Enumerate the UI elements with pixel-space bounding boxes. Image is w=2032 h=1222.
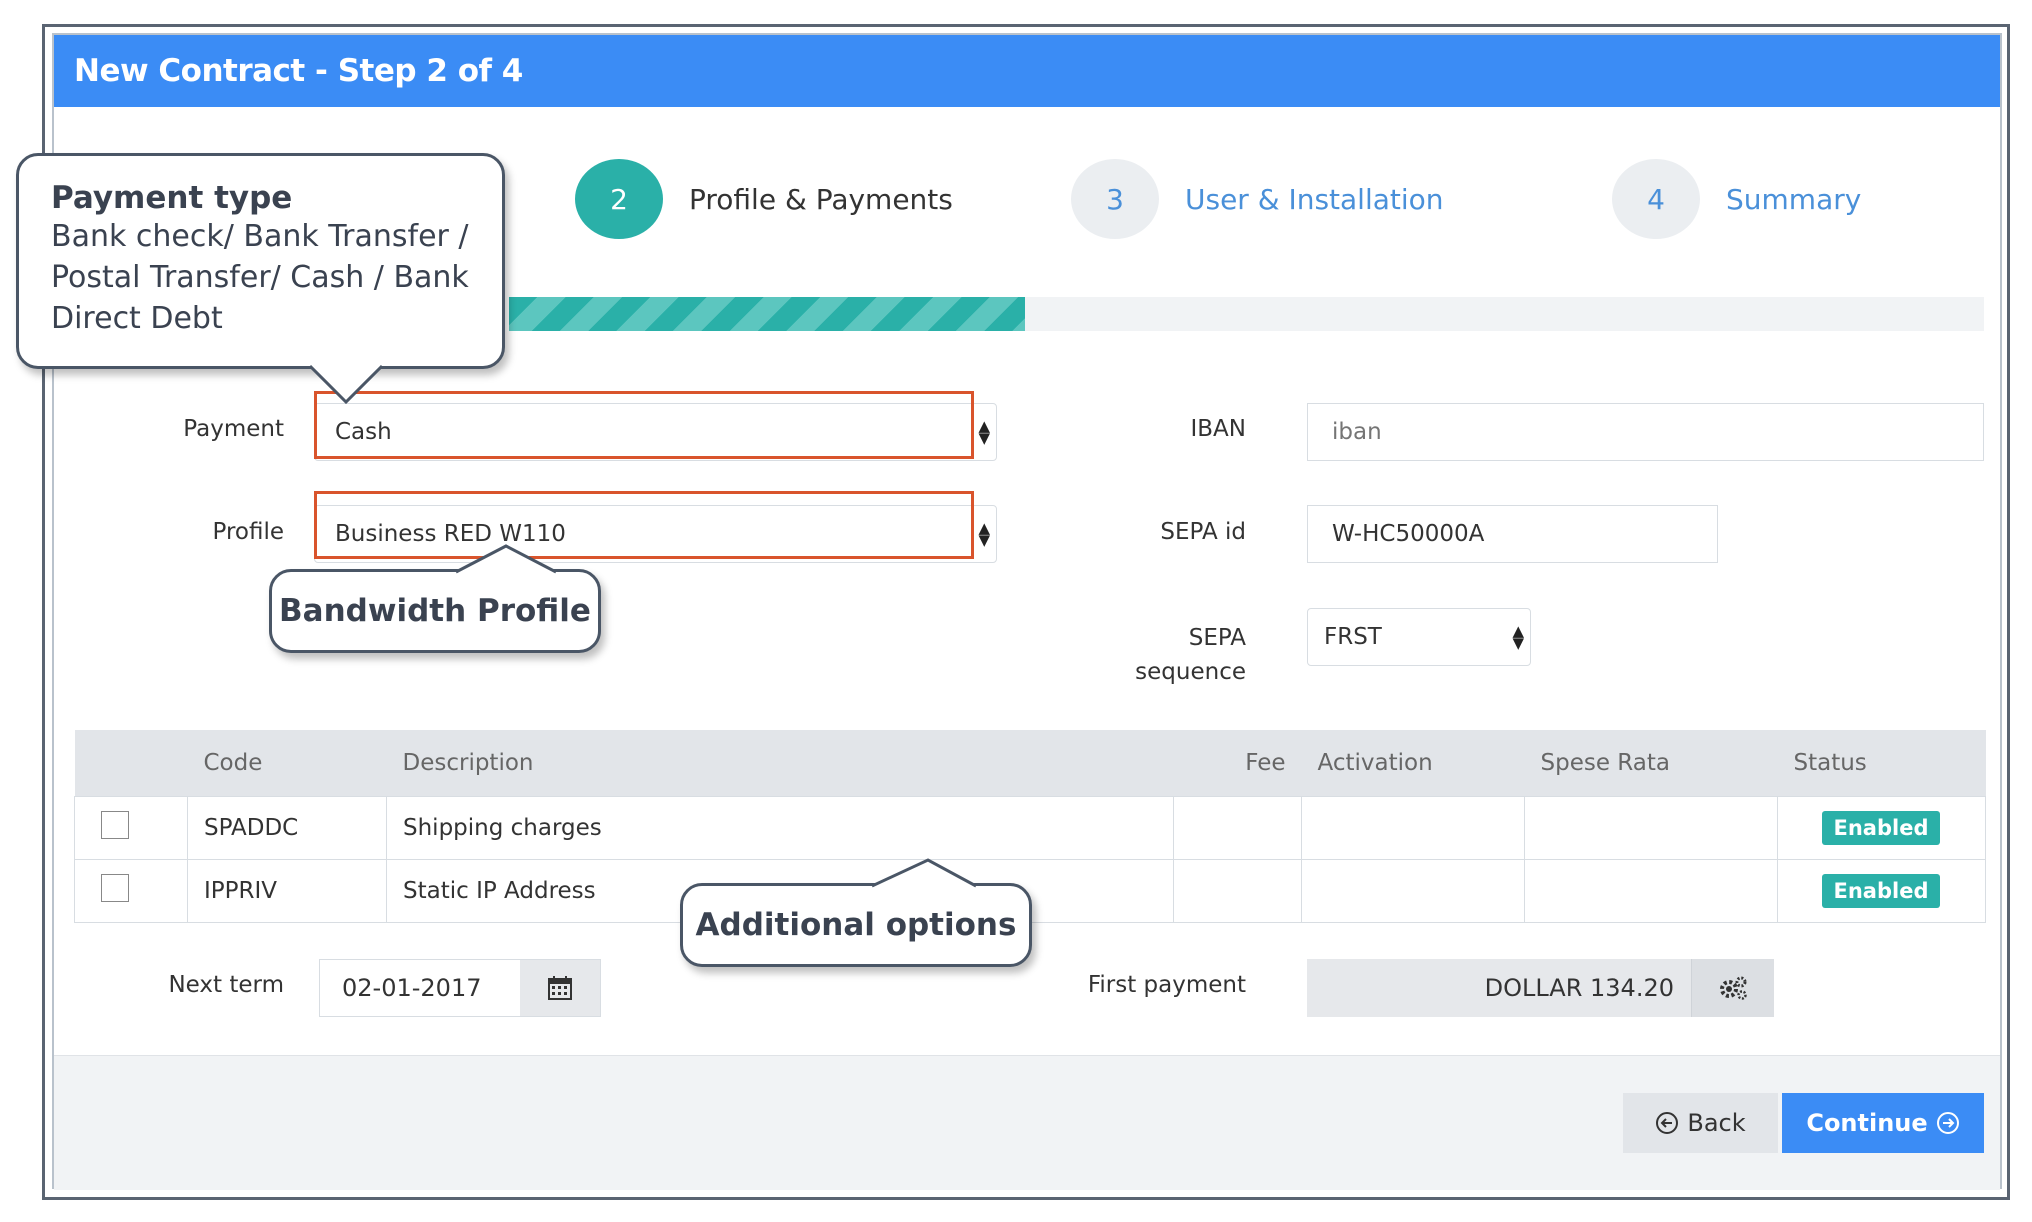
row-code: SPADDC: [187, 796, 387, 860]
wizard-progress-bar: [509, 297, 1984, 331]
continue-button[interactable]: Continue: [1782, 1093, 1984, 1153]
row-checkbox-cell: [74, 859, 188, 923]
first-payment-label: First payment: [1087, 972, 1246, 998]
table-header-row: Code Description Fee Activation Spese Ra…: [74, 730, 1986, 797]
select-arrows-icon: ▲ ▼: [978, 417, 990, 447]
payment-label: Payment: [183, 416, 284, 442]
row-checkbox[interactable]: [101, 811, 129, 839]
header-description: Description: [386, 730, 1174, 797]
step-2[interactable]: 2 Profile & Payments: [575, 159, 953, 239]
payment-select-value: Cash: [335, 419, 392, 445]
step-2-number: 2: [575, 159, 663, 239]
step-3-number: 3: [1071, 159, 1159, 239]
header-spese-rata: Spese Rata: [1524, 730, 1778, 797]
row-fee: [1173, 796, 1302, 860]
next-term-label: Next term: [168, 972, 284, 998]
window-title: New Contract - Step 2 of 4: [54, 35, 2000, 107]
bandwidth-profile-callout-pointer: [456, 544, 557, 574]
header-code: Code: [187, 730, 387, 797]
sepa-sequence-select[interactable]: FRST ▲ ▼: [1307, 608, 1531, 666]
iban-label: IBAN: [1190, 416, 1246, 442]
step-2-label: Profile & Payments: [689, 182, 953, 216]
table-row: SPADDC Shipping charges Enabled: [74, 796, 1986, 860]
sepa-sequence-value: FRST: [1324, 624, 1382, 650]
header-select: [74, 730, 188, 797]
first-payment-settings-button[interactable]: [1691, 959, 1774, 1017]
header-fee: Fee: [1173, 730, 1302, 797]
status-badge: Enabled: [1821, 874, 1941, 908]
row-status-cell: Enabled: [1777, 796, 1986, 860]
step-3[interactable]: 3 User & Installation: [1071, 159, 1444, 239]
select-arrows-icon: ▲ ▼: [1512, 622, 1524, 652]
row-activation: [1301, 796, 1525, 860]
first-payment-value: DOLLAR 134.20: [1484, 974, 1674, 1002]
gears-icon: [1720, 976, 1747, 1000]
payment-type-callout: Payment type Bank check/ Bank Transfer /…: [16, 153, 505, 369]
additional-options-table: Code Description Fee Activation Spese Ra…: [74, 730, 1986, 923]
next-term-date-field[interactable]: 02-01-2017: [319, 959, 601, 1017]
iban-input[interactable]: [1307, 403, 1984, 461]
status-badge: Enabled: [1821, 811, 1941, 845]
row-checkbox[interactable]: [101, 874, 129, 902]
additional-options-callout: Additional options: [680, 883, 1032, 967]
profile-label: Profile: [212, 519, 284, 545]
sepa-sequence-label-line2: sequence: [1135, 659, 1246, 685]
wizard-progress-fill: [509, 297, 1026, 331]
back-button[interactable]: Back: [1623, 1093, 1778, 1153]
step-4-number: 4: [1612, 159, 1700, 239]
step-4[interactable]: 4 Summary: [1612, 159, 1861, 239]
additional-options-callout-pointer: [872, 858, 977, 888]
calendar-button[interactable]: [520, 960, 600, 1016]
payment-select[interactable]: Cash ▲ ▼: [314, 403, 997, 461]
row-spese-rata: [1524, 796, 1778, 860]
continue-button-label: Continue: [1806, 1109, 1928, 1137]
header-status: Status: [1777, 730, 1986, 797]
step-3-label: User & Installation: [1185, 182, 1444, 216]
header-activation: Activation: [1301, 730, 1525, 797]
row-code: IPPRIV: [187, 859, 387, 923]
next-term-value: 02-01-2017: [342, 974, 482, 1002]
row-checkbox-cell: [74, 796, 188, 860]
payment-type-callout-pointer: [310, 364, 384, 404]
row-fee: [1173, 859, 1302, 923]
row-description: Shipping charges: [386, 796, 1174, 860]
sepa-id-label: SEPA id: [1160, 519, 1246, 545]
step-4-label: Summary: [1726, 182, 1862, 216]
bandwidth-profile-callout-text: Bandwidth Profile: [279, 593, 591, 629]
back-button-label: Back: [1687, 1109, 1746, 1137]
additional-options-callout-text: Additional options: [695, 907, 1017, 943]
sepa-sequence-label: SEPA sequence: [1016, 621, 1246, 689]
sepa-id-value: W-HC50000A: [1332, 521, 1485, 547]
sepa-id-input[interactable]: W-HC50000A: [1307, 505, 1718, 563]
row-status-cell: Enabled: [1777, 859, 1986, 923]
calendar-icon: [548, 976, 572, 1000]
first-payment-field: DOLLAR 134.20: [1307, 959, 1774, 1017]
arrow-right-circle-icon: [1936, 1112, 1959, 1134]
sepa-sequence-label-line1: SEPA: [1188, 625, 1246, 651]
payment-type-callout-body: Bank check/ Bank Transfer / Postal Trans…: [51, 219, 469, 336]
row-spese-rata: [1524, 859, 1778, 923]
payment-type-callout-title: Payment type: [51, 180, 293, 216]
row-activation: [1301, 859, 1525, 923]
arrow-left-circle-icon: [1656, 1112, 1679, 1134]
select-arrows-icon: ▲ ▼: [978, 519, 990, 549]
profile-select[interactable]: Business RED W110 ▲ ▼: [314, 505, 997, 563]
bandwidth-profile-callout: Bandwidth Profile: [269, 569, 601, 653]
